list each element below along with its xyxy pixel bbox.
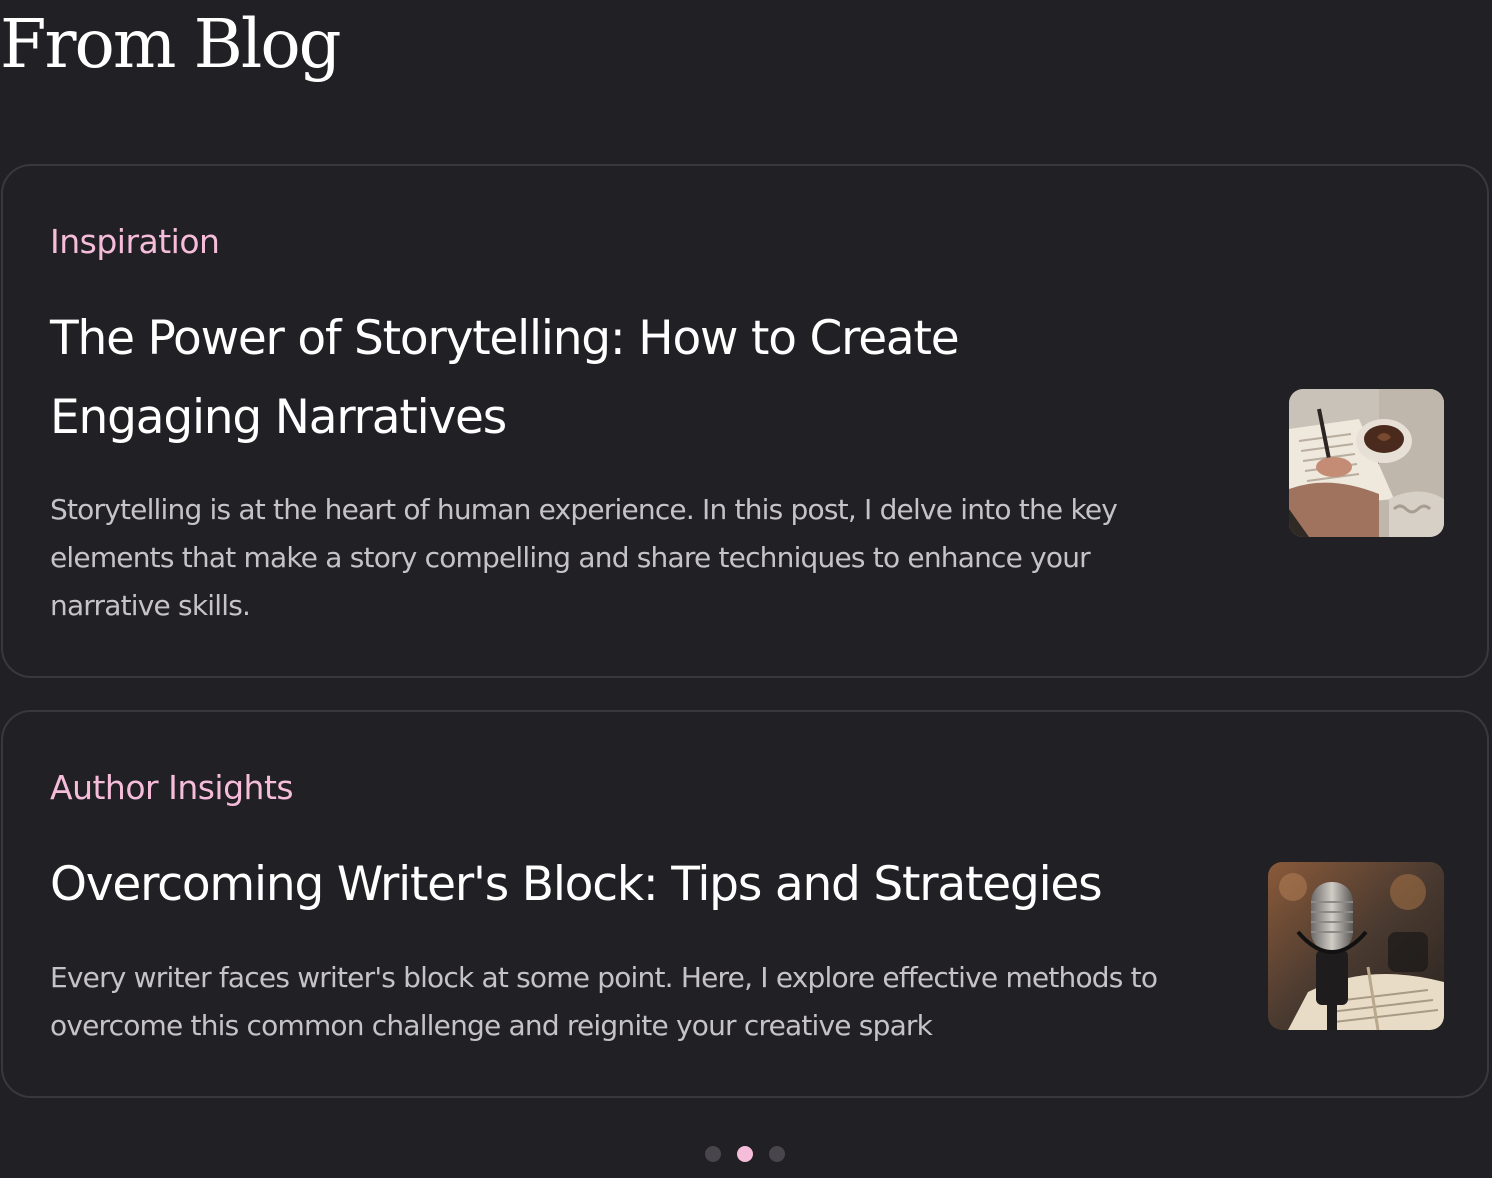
post-category[interactable]: Author Insights xyxy=(50,768,294,808)
writing-journal-with-coffee-image xyxy=(1289,389,1444,537)
post-title[interactable]: Overcoming Writer's Block: Tips and Stra… xyxy=(50,845,1210,924)
microphone-and-book-image xyxy=(1268,862,1444,1030)
blog-post-card[interactable]: Author Insights Overcoming Writer's Bloc… xyxy=(1,710,1489,1098)
carousel-dot-active[interactable] xyxy=(737,1146,753,1162)
post-title[interactable]: The Power of Storytelling: How to Create… xyxy=(50,299,1050,457)
section-title: From Blog xyxy=(0,5,342,83)
carousel-dot[interactable] xyxy=(705,1146,721,1162)
post-excerpt: Storytelling is at the heart of human ex… xyxy=(50,493,1118,622)
post-thumbnail[interactable] xyxy=(1268,862,1444,1030)
carousel-pagination xyxy=(705,1146,785,1162)
carousel-dot[interactable] xyxy=(769,1146,785,1162)
post-thumbnail[interactable] xyxy=(1289,389,1444,537)
blog-post-card[interactable]: Inspiration The Power of Storytelling: H… xyxy=(1,164,1489,678)
post-excerpt: Every writer faces writer's block at som… xyxy=(50,961,1158,1042)
post-category[interactable]: Inspiration xyxy=(50,222,220,262)
